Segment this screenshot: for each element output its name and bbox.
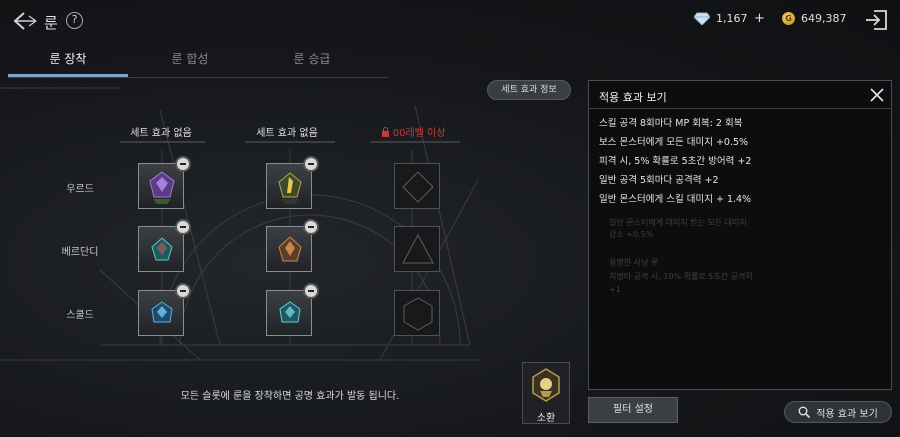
triangle-slot-icon <box>402 233 434 264</box>
set-effect-info-button[interactable]: 세트 효과 정보 <box>487 80 571 100</box>
remove-rune-button[interactable] <box>303 283 319 299</box>
exit-button[interactable] <box>864 9 888 31</box>
diamond-slot-icon <box>402 171 434 203</box>
top-bar: 룬 ? 1,167 + G 649,387 <box>0 0 900 42</box>
level-requirement: 00레벨 이상 <box>392 128 446 139</box>
row-label-verdandi: 베르단디 <box>61 247 99 258</box>
rune-slot-skuld-1[interactable] <box>138 283 191 336</box>
summon-button[interactable]: 소환 <box>522 362 570 424</box>
effect-line: 스킬 공격 8회마다 MP 회복: 2 회복 <box>599 118 743 129</box>
close-icon <box>870 88 884 102</box>
gem-currency: 1,167 + <box>694 12 766 25</box>
hexagon-slot-icon <box>403 297 433 331</box>
summon-icon <box>532 368 560 402</box>
remove-rune-button[interactable] <box>175 219 191 235</box>
gold-coin-icon: G <box>782 12 795 25</box>
row-label-skuld: 스쿨드 <box>66 310 94 321</box>
back-arrow-icon <box>13 12 37 30</box>
tab-rune-upgrade[interactable]: 룬 승급 <box>252 44 372 76</box>
rune-slot-verdandi-2[interactable] <box>266 219 319 272</box>
remove-rune-button[interactable] <box>303 219 319 235</box>
rune-screen: 룬 ? 1,167 + G 649,387 룬 장착 룬 합성 룬 승급 세트 <box>0 0 900 437</box>
exit-icon <box>866 10 887 30</box>
tab-bar: 룬 장착 룬 합성 룬 승급 <box>8 44 388 78</box>
panel-title: 적용 효과 보기 <box>599 91 667 104</box>
remove-rune-button[interactable] <box>303 156 319 172</box>
diamond-icon <box>694 12 710 25</box>
faded-text: +1 <box>609 285 621 294</box>
remove-rune-button[interactable] <box>175 156 191 172</box>
help-button[interactable]: ? <box>66 12 83 29</box>
view-effects-label: 적용 효과 보기 <box>816 408 878 420</box>
back-button[interactable] <box>12 10 38 32</box>
rune-slot-urd-3-locked <box>394 163 440 209</box>
effect-line: 보스 몬스터에게 모든 대미지 +0.5% <box>599 137 749 148</box>
column-header-1: 세트 효과 없음 <box>130 128 192 139</box>
page-title: 룬 <box>44 14 58 32</box>
tab-rune-equip[interactable]: 룬 장착 <box>8 44 128 77</box>
faded-text: 일반 몬스터에게 대미지 받는 모든 대미지 <box>609 218 747 227</box>
gold-amount: 649,387 <box>801 12 847 25</box>
faded-text: 감소 +0.5% <box>609 230 654 239</box>
effect-line: 피격 시, 5% 확률로 5초간 방어력 +2 <box>599 156 752 167</box>
gem-amount: 1,167 <box>716 12 748 25</box>
effect-line: 일반 공격 5회마다 공격력 +2 <box>599 175 719 186</box>
rune-slot-skuld-2[interactable] <box>266 283 319 336</box>
gold-currency: G 649,387 <box>782 12 847 25</box>
rune-slot-urd-1[interactable] <box>138 156 191 209</box>
column-header-3-locked: 00레벨 이상 <box>358 124 468 139</box>
rune-slot-verdandi-3-locked <box>394 226 440 272</box>
add-gem-button[interactable]: + <box>754 12 766 25</box>
rune-slot-verdandi-1[interactable] <box>138 219 191 272</box>
resonance-hint: 모든 슬롯에 룬을 장착하면 공명 효과가 발동 됩니다. <box>180 391 400 402</box>
applied-effects-panel: 적용 효과 보기 스킬 공격 8회마다 MP 회복: 2 회복 보스 몬스터에게… <box>588 80 892 390</box>
summon-label: 소환 <box>536 413 556 424</box>
effect-line: 일반 몬스터에게 스킬 대미지 + 1.4% <box>599 194 752 205</box>
column-header-2: 세트 효과 없음 <box>256 128 318 139</box>
close-button[interactable] <box>869 87 885 103</box>
lock-icon <box>381 127 389 137</box>
rune-slot-urd-2[interactable] <box>266 156 319 209</box>
panel-header: 적용 효과 보기 <box>589 81 891 109</box>
row-label-urd: 우르드 <box>66 184 94 195</box>
view-applied-effects-button[interactable]: 적용 효과 보기 <box>784 401 892 423</box>
rune-slot-skuld-3-locked <box>394 290 440 336</box>
remove-rune-button[interactable] <box>175 283 191 299</box>
search-icon <box>798 406 811 418</box>
tab-rune-synthesis[interactable]: 룬 합성 <box>130 44 250 76</box>
faded-text: 치명타 공격 시, 10% 확률로 5초간 공격력 <box>609 272 753 281</box>
faded-text: 용맹한 사냥 룬 <box>609 258 659 267</box>
filter-settings-button[interactable]: 필터 설정 <box>588 397 678 423</box>
